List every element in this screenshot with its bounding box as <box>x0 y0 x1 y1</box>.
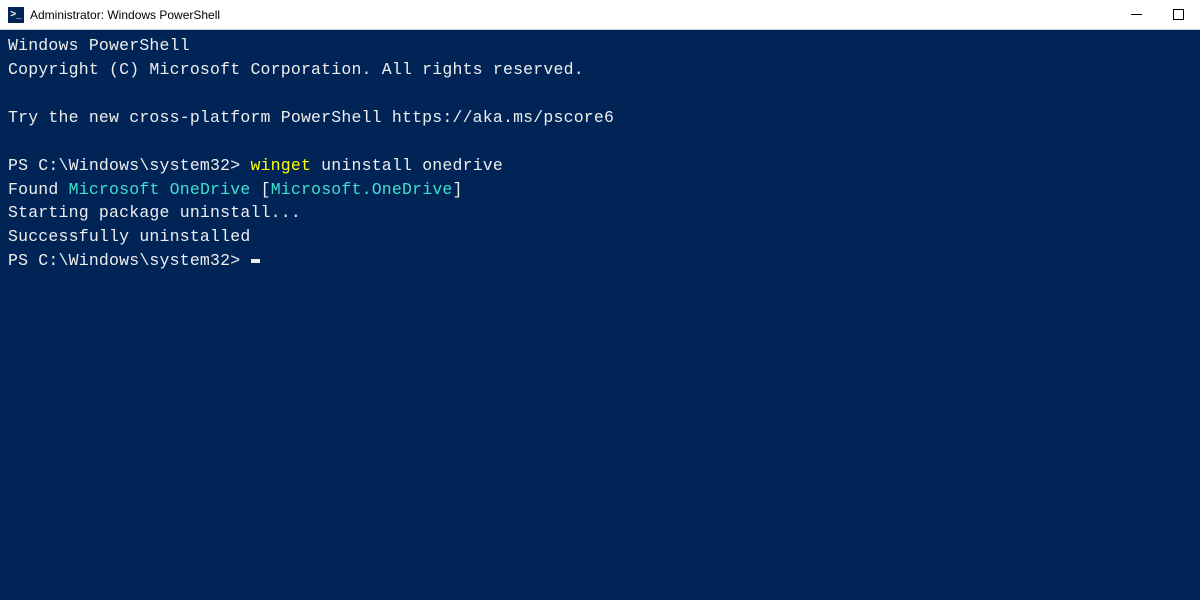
command-line-1: PS C:\Windows\system32> winget uninstall… <box>8 154 1192 178</box>
command-line-2: PS C:\Windows\system32> <box>8 249 1192 273</box>
found-package-id: Microsoft.OneDrive <box>271 180 453 199</box>
status-line-2: Successfully uninstalled <box>8 225 1192 249</box>
banner-line-3: Try the new cross-platform PowerShell ht… <box>8 106 1192 130</box>
maximize-icon <box>1173 9 1184 20</box>
powershell-icon-glyph: >_ <box>10 10 21 20</box>
blank-line <box>8 82 1192 106</box>
powershell-icon: >_ <box>8 7 24 23</box>
window-title: Administrator: Windows PowerShell <box>30 8 1124 22</box>
blank-line <box>8 130 1192 154</box>
minimize-icon <box>1131 9 1142 20</box>
command-name: winget <box>250 156 311 175</box>
found-package-name: Microsoft OneDrive <box>69 180 251 199</box>
bracket-close: ] <box>453 180 463 199</box>
cursor-icon <box>251 259 260 263</box>
window-titlebar: >_ Administrator: Windows PowerShell <box>0 0 1200 30</box>
status-line-1: Starting package uninstall... <box>8 201 1192 225</box>
found-prefix: Found <box>8 180 69 199</box>
banner-line-2: Copyright (C) Microsoft Corporation. All… <box>8 58 1192 82</box>
prompt-prefix: PS C:\Windows\system32> <box>8 156 250 175</box>
command-args: uninstall onedrive <box>311 156 503 175</box>
window-controls <box>1124 3 1190 27</box>
maximize-button[interactable] <box>1166 3 1190 27</box>
terminal-body[interactable]: Windows PowerShell Copyright (C) Microso… <box>0 30 1200 277</box>
banner-line-1: Windows PowerShell <box>8 34 1192 58</box>
bracket-open: [ <box>250 180 270 199</box>
prompt-prefix: PS C:\Windows\system32> <box>8 251 250 270</box>
minimize-button[interactable] <box>1124 3 1148 27</box>
found-line: Found Microsoft OneDrive [Microsoft.OneD… <box>8 178 1192 202</box>
